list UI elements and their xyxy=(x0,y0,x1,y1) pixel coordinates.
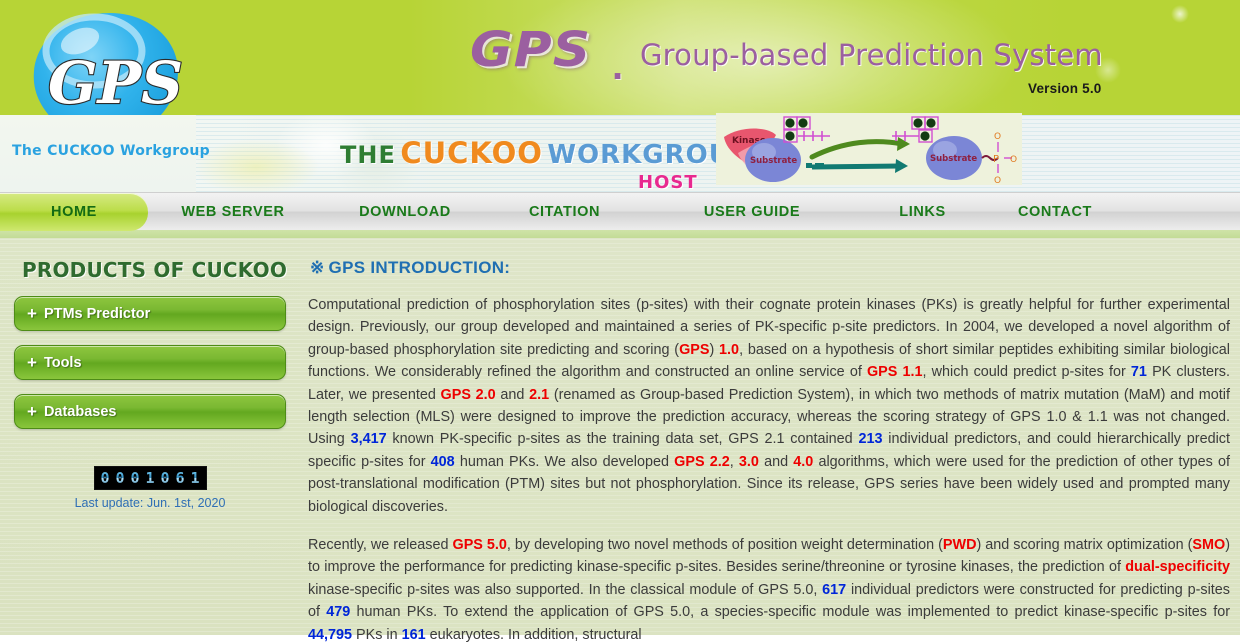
sidebar: PRODUCTS OF CUCKOO + PTMs Predictor + Tools… xyxy=(0,238,300,635)
highlight-red-text: dual-specificity xyxy=(1125,559,1230,576)
cuckoo-the-text: THE xyxy=(340,141,396,169)
sidebar-item-tools[interactable]: + Tools xyxy=(14,345,286,380)
nav-item-citation[interactable]: CITATION xyxy=(492,193,637,231)
last-update-label: Last update: Jun. 1st, 2020 xyxy=(74,496,226,510)
body-text: , which could predict p-sites for xyxy=(922,364,1131,381)
highlight-blue-text: 479 xyxy=(326,604,351,621)
highlight-red-text: SMO xyxy=(1192,537,1226,554)
counter-digit: 6 xyxy=(173,469,188,487)
nav-item-download[interactable]: DOWNLOAD xyxy=(325,193,485,231)
svg-text:P: P xyxy=(993,154,999,165)
cuckoo-name-text: CUCKOO xyxy=(400,136,543,170)
counter-digit: 0 xyxy=(98,469,113,487)
highlight-red-text: GPS xyxy=(679,341,710,358)
page-root: GPS GPS . Group-based Prediction System … xyxy=(0,0,1240,643)
site-banner: GPS GPS . Group-based Prediction System … xyxy=(0,0,1240,160)
highlight-blue-text: 408 xyxy=(430,453,455,470)
highlight-blue-text: 617 xyxy=(822,581,847,598)
intro-heading-text: GPS INTRODUCTION: xyxy=(328,258,511,277)
intro-paragraph-1: Computational prediction of phosphorylat… xyxy=(308,294,1230,518)
page-content: PRODUCTS OF CUCKOO + PTMs Predictor + Tools… xyxy=(0,238,1240,643)
intro-paragraph-2: Recently, we released GPS 5.0, by develo… xyxy=(308,534,1230,643)
counter-digit: 1 xyxy=(143,469,158,487)
body-text: human PKs. We also developed xyxy=(454,453,675,470)
body-text: eukaryotes. In addition, structural xyxy=(425,626,642,643)
nav-item-web-server[interactable]: WEB SERVER xyxy=(148,193,318,231)
sidebar-item-label: Databases xyxy=(43,403,117,420)
logo-gps-text: GPS xyxy=(48,49,183,117)
sidebar-title: PRODUCTS OF CUCKOO xyxy=(22,258,288,282)
body-text: kinase-specific p-sites was also support… xyxy=(308,581,823,598)
workgroup-label: The CUCKOO Workgroup xyxy=(12,143,211,159)
body-text: PKs in xyxy=(352,626,402,643)
body-text: , xyxy=(729,453,739,470)
version-label: Version 5.0 xyxy=(1028,81,1102,96)
highlight-blue-text: 3,417 xyxy=(350,431,387,448)
nav-item-links[interactable]: LINKS xyxy=(865,193,980,231)
expand-plus-icon: + xyxy=(27,353,37,372)
sidebar-product-list: + PTMs Predictor + Tools + Databases xyxy=(10,296,290,429)
highlight-red-text: PWD xyxy=(942,537,977,554)
secondary-banner: The CUCKOO Workgroup THE CUCKOO WORKGROU… xyxy=(0,115,1240,193)
body-text: and xyxy=(758,453,794,470)
diagram-substrate-label-2: Substrate xyxy=(930,154,977,164)
sidebar-item-ptms-predictor[interactable]: + PTMs Predictor xyxy=(14,296,286,331)
body-text: ) xyxy=(709,341,720,358)
kinase-substrate-diagram: Kinase Substrate Substrate O P O O xyxy=(716,113,1022,185)
nav-item-contact[interactable]: CONTACT xyxy=(985,193,1125,231)
highlight-blue-text: 161 xyxy=(401,626,426,643)
cuckoo-host-text: HOST xyxy=(638,172,698,193)
main-navigation: HOME WEB SERVER DOWNLOAD CITATION USER GUIDE… xyxy=(0,192,1240,231)
highlight-red-text: GPS 5.0 xyxy=(452,537,507,554)
sidebar-item-label: PTMs Predictor xyxy=(43,305,151,322)
expand-plus-icon: + xyxy=(27,402,37,421)
body-text: human PKs. To extend the application of … xyxy=(350,604,1231,621)
banner-title-gps: GPS xyxy=(470,22,592,78)
highlight-blue-text: 44,795 xyxy=(308,626,353,643)
expand-plus-icon: + xyxy=(27,304,37,323)
visitor-counter: 0001061 xyxy=(93,466,207,490)
highlight-red-text: 3.0 xyxy=(738,453,759,470)
highlight-red-text: GPS 1.1 xyxy=(866,364,923,381)
intro-heading: ※ GPS INTRODUCTION: xyxy=(310,258,1230,278)
nav-underbar xyxy=(0,230,1240,238)
body-text: Recently, we released xyxy=(308,537,453,554)
svg-text:O: O xyxy=(994,132,1001,142)
counter-digit: 0 xyxy=(158,469,173,487)
main-column: ※ GPS INTRODUCTION: Computational predict… xyxy=(300,238,1240,643)
banner-title-subtitle: Group-based Prediction System xyxy=(640,38,1103,72)
body-text: ) and scoring matrix optimization ( xyxy=(976,537,1193,554)
body-text: known PK-specific p-sites as the trainin… xyxy=(386,431,859,448)
counter-digit: 0 xyxy=(113,469,128,487)
highlight-red-text: 1.0 xyxy=(719,341,740,358)
sidebar-item-databases[interactable]: + Databases xyxy=(14,394,286,429)
counter-digit: 1 xyxy=(188,469,203,487)
nav-item-home[interactable]: HOME xyxy=(0,193,148,231)
banner-title-dot: . xyxy=(612,44,624,88)
highlight-red-text: GPS 2.0 xyxy=(440,386,496,403)
sidebar-item-label: Tools xyxy=(43,354,82,371)
cuckoo-wordmark: THE CUCKOO WORKGROUP xyxy=(340,136,751,170)
nav-item-user-guide[interactable]: USER GUIDE xyxy=(672,193,832,231)
heading-mark-icon: ※ xyxy=(310,258,325,277)
highlight-blue-text: 71 xyxy=(1130,364,1147,381)
body-text: and xyxy=(495,386,530,403)
highlight-blue-text: 213 xyxy=(858,431,883,448)
body-text: , by developing two novel methods of pos… xyxy=(506,537,943,554)
svg-text:O: O xyxy=(1010,155,1017,165)
svg-text:O: O xyxy=(994,176,1001,185)
visitor-counter-block: 0001061 Last update: Jun. 1st, 2020 xyxy=(0,466,300,510)
highlight-red-text: 4.0 xyxy=(793,453,814,470)
highlight-red-text: GPS 2.2 xyxy=(674,453,730,470)
highlight-red-text: 2.1 xyxy=(529,386,550,403)
counter-digit: 0 xyxy=(128,469,143,487)
diagram-substrate-label: Substrate xyxy=(750,156,797,166)
